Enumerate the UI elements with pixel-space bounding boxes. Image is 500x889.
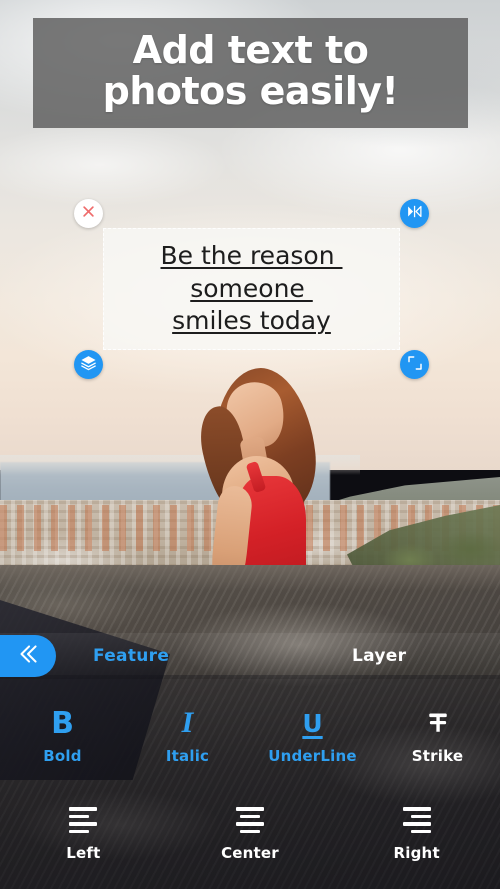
rock-highlight bbox=[0, 565, 500, 591]
text-overlay-widget[interactable]: Be the reason someone smiles today bbox=[74, 199, 429, 379]
format-button-underline[interactable]: U UnderLine bbox=[250, 703, 375, 781]
double-chevron-left-icon bbox=[15, 641, 41, 671]
format-label-underline: UnderLine bbox=[268, 747, 357, 765]
format-label-strike: Strike bbox=[411, 747, 464, 765]
align-button-left[interactable]: Left bbox=[0, 800, 167, 878]
promo-banner-line-2: photos easily! bbox=[102, 69, 399, 114]
close-handle[interactable] bbox=[74, 199, 103, 228]
align-label-center: Center bbox=[221, 844, 279, 862]
flip-horizontal-icon bbox=[406, 203, 423, 224]
cloud-left bbox=[0, 120, 240, 210]
tab-feature[interactable]: Feature bbox=[93, 646, 169, 666]
align-button-row: Left Center Right bbox=[0, 800, 500, 878]
format-button-strike[interactable]: Strike bbox=[375, 703, 500, 781]
tabbar-background bbox=[0, 633, 500, 679]
align-button-center[interactable]: Center bbox=[167, 800, 334, 878]
layers-icon bbox=[80, 354, 97, 375]
promo-banner: Add text to photos easily! bbox=[33, 18, 468, 129]
underline-icon: U bbox=[302, 708, 323, 738]
align-left-icon bbox=[69, 800, 98, 840]
resize-icon bbox=[407, 355, 423, 375]
format-button-bold[interactable]: B Bold bbox=[0, 703, 125, 781]
tab-layer[interactable]: Layer bbox=[352, 646, 406, 666]
format-button-row: B Bold I Italic U UnderLine Strike bbox=[0, 703, 500, 781]
align-right-icon bbox=[402, 800, 431, 840]
align-center-icon bbox=[236, 800, 264, 840]
format-label-italic: Italic bbox=[165, 747, 210, 765]
format-button-italic[interactable]: I Italic bbox=[125, 703, 250, 781]
editor-tabbar: Feature Layer bbox=[0, 633, 500, 679]
layer-handle[interactable] bbox=[74, 350, 103, 379]
overlay-text-line-1: Be the reason bbox=[160, 241, 343, 271]
align-label-right: Right bbox=[393, 844, 440, 862]
overlay-text-line-2: someone bbox=[190, 273, 313, 303]
promo-banner-line-1: Add text to bbox=[132, 28, 369, 72]
format-label-bold: Bold bbox=[43, 747, 82, 765]
close-icon bbox=[81, 204, 96, 223]
strikethrough-icon bbox=[423, 703, 453, 743]
align-label-left: Left bbox=[66, 844, 101, 862]
italic-icon: I bbox=[181, 706, 194, 739]
overlay-text-line-3: smiles today bbox=[172, 306, 331, 336]
flip-handle[interactable] bbox=[400, 199, 429, 228]
back-button[interactable] bbox=[0, 635, 56, 677]
align-button-right[interactable]: Right bbox=[333, 800, 500, 878]
text-overlay-box[interactable]: Be the reason someone smiles today bbox=[103, 228, 400, 350]
bold-icon: B bbox=[51, 705, 74, 741]
resize-handle[interactable] bbox=[400, 350, 429, 379]
